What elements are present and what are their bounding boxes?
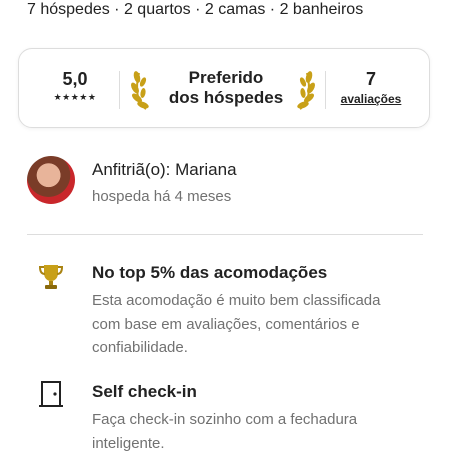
card-divider: [325, 71, 326, 109]
guest-favorite-label: Preferido dos hóspedes: [161, 68, 291, 108]
rating-block: 5,0 ★★★★★: [47, 69, 103, 103]
reviews-link[interactable]: avaliações: [335, 92, 407, 106]
reviews-block[interactable]: 7 avaliações: [335, 69, 407, 106]
trophy-icon: [38, 265, 64, 289]
feature-title: No top 5% das acomodações: [92, 263, 328, 282]
laurel-left-icon: [131, 71, 149, 110]
listing-summary: 7 hóspedes · 2 quartos · 2 camas · 2 ban…: [27, 1, 364, 18]
host-title: Anfitriã(o): Mariana: [92, 160, 237, 179]
section-divider: [27, 234, 423, 235]
laurel-right-icon: [297, 71, 315, 110]
guest-favorite-card[interactable]: 5,0 ★★★★★ Preferido dos hóspedes 7 avali…: [18, 48, 430, 128]
rating-value: 5,0: [62, 69, 88, 89]
guest-favorite-line2: dos hóspedes: [168, 88, 284, 107]
feature-title: Self check-in: [92, 382, 197, 401]
guest-favorite-line1: Preferido: [188, 68, 264, 87]
host-avatar[interactable]: [27, 156, 75, 204]
rating-stars: ★★★★★: [53, 92, 97, 102]
host-subtitle: hospeda há 4 meses: [92, 188, 232, 205]
feature-description: Faça check-in sozinho com a fechadura in…: [92, 411, 358, 452]
feature-description: Esta acomodação é muito bem classificada…: [92, 292, 381, 356]
door-icon: [39, 381, 63, 407]
reviews-count: 7: [365, 69, 376, 89]
card-divider: [119, 71, 120, 109]
